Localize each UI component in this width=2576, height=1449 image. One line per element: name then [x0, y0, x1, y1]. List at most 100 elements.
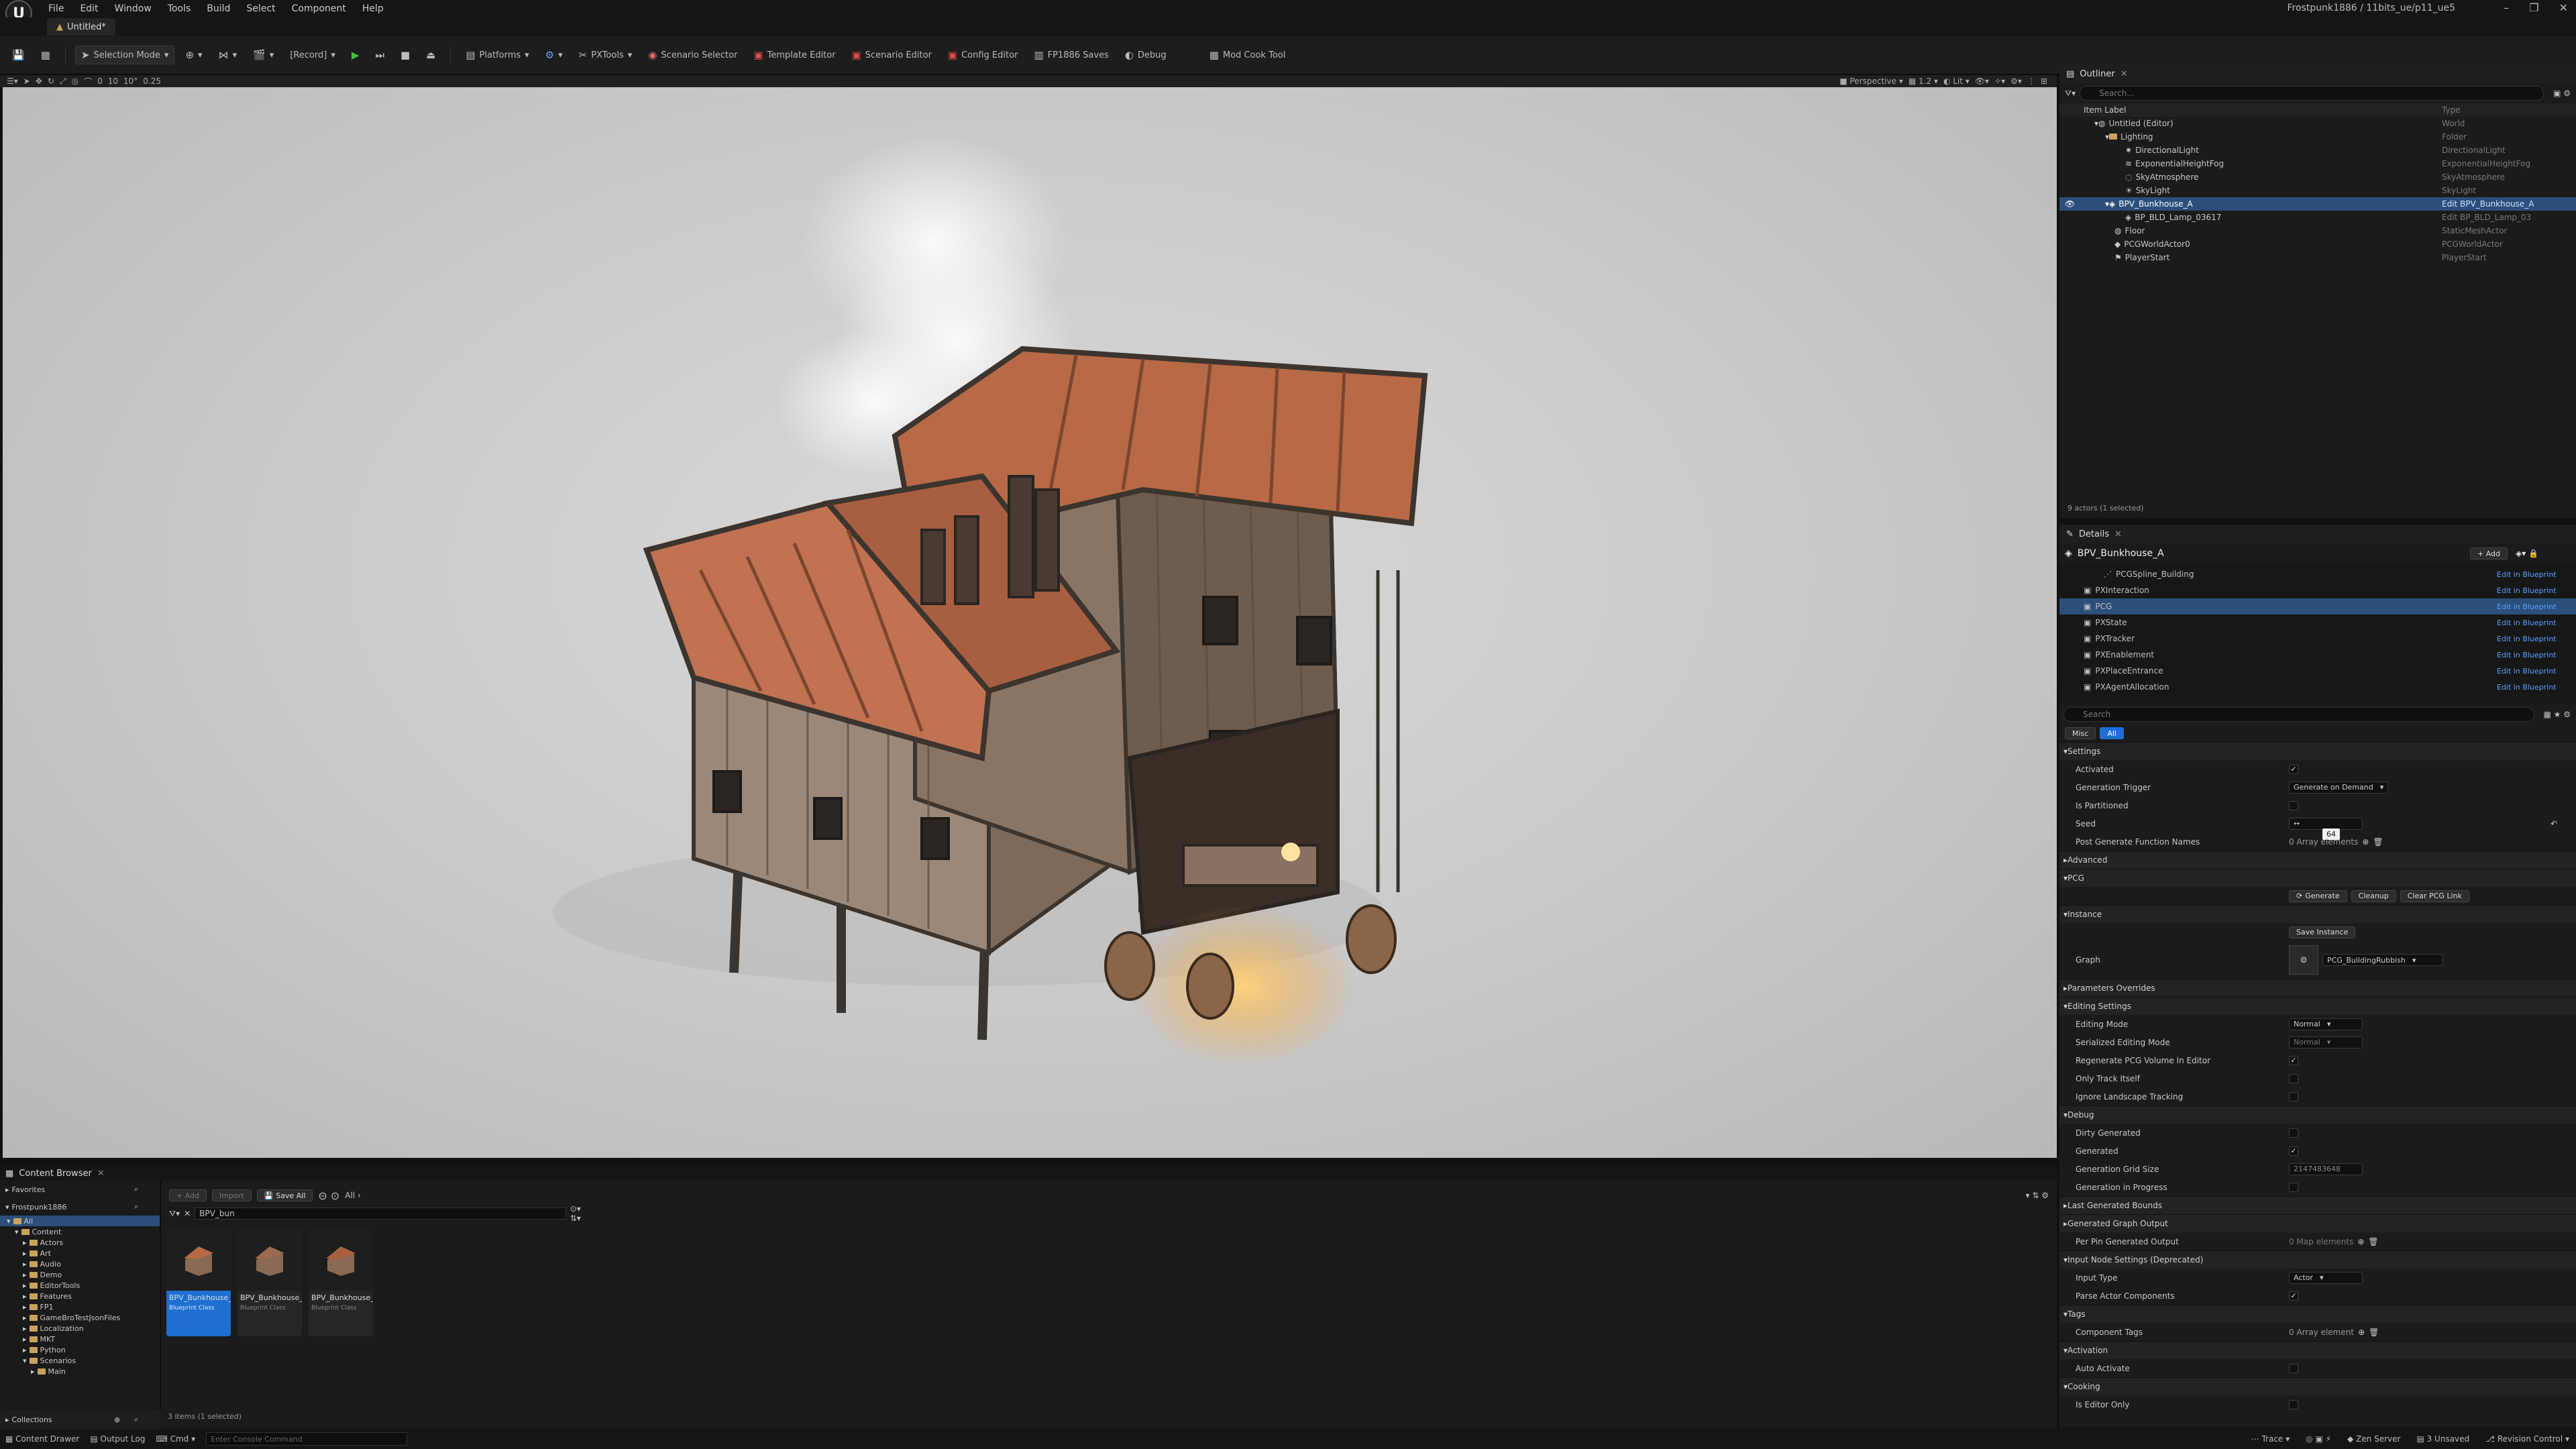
add-component-button[interactable]: + Add [2470, 547, 2508, 559]
grid-snap-value[interactable]: 0 [97, 76, 103, 86]
clear-pcg-link-button[interactable]: Clear PCG Link [2400, 890, 2469, 902]
add-folder-icon[interactable]: ▣ ⚙ [2548, 89, 2576, 98]
trace-button[interactable]: ⋯ Trace ▾ [2251, 1434, 2290, 1444]
section-graph-output[interactable]: ▸ Generated Graph Output [2059, 1214, 2576, 1232]
layout-icon[interactable]: ⊞ [2041, 76, 2047, 86]
add-collection-icon[interactable]: ⊕ [114, 1415, 120, 1424]
world-local-icon[interactable]: ◎ [72, 76, 78, 86]
collections-header[interactable]: ▸ Collections ⊕ ⌕ [0, 1410, 161, 1429]
component-row[interactable]: ▣ PXAgentAllocation Edit in Blueprint [2059, 679, 2576, 695]
tree-item[interactable]: ▸ Python [0, 1344, 160, 1355]
save-all-button[interactable]: 💾 Save All [256, 1189, 313, 1201]
section-editing-settings[interactable]: ▾ Editing Settings [2059, 997, 2576, 1015]
sort-icon[interactable]: ⊙▾ ⇅▾ [570, 1204, 593, 1223]
tree-item[interactable]: ▸ Art [0, 1248, 160, 1258]
tree-item[interactable]: ▸ Audio [0, 1258, 160, 1269]
menu-tools[interactable]: Tools [168, 3, 191, 14]
input-type-dropdown[interactable]: Actor ▾ [2289, 1271, 2363, 1284]
section-activation[interactable]: ▾ Activation [2059, 1341, 2576, 1359]
auto-activate-checkbox[interactable] [2289, 1363, 2298, 1373]
filter-icon[interactable]: ⛛▾ [169, 1209, 180, 1219]
asset-tile[interactable]: BPV_Bunkhouse_C Blueprint Class [309, 1229, 373, 1336]
tab-untitled[interactable]: ▲ Untitled* [47, 18, 115, 36]
generate-button[interactable]: ⟳ Generate [2289, 890, 2347, 902]
scale-tool-icon[interactable]: ⤢ [60, 76, 66, 87]
tree-item-content[interactable]: ▾ Content [0, 1226, 160, 1237]
path-breadcrumb[interactable]: All › [345, 1191, 361, 1200]
search-icon[interactable]: ⌕ [134, 1415, 138, 1424]
settings-button[interactable]: ⚙ ▾ [540, 46, 568, 64]
trash-icon[interactable]: 🗑 [2373, 837, 2383, 847]
tree-item[interactable]: ▾ Scenarios [0, 1355, 160, 1366]
rotation-snap-value[interactable]: 10° [123, 76, 138, 86]
menu-build[interactable]: Build [207, 3, 230, 14]
clear-filter-icon[interactable]: ✕ [184, 1209, 191, 1218]
partitioned-checkbox[interactable] [2289, 800, 2298, 810]
content-browser-settings-icon[interactable]: ▾ ⇅ ⚙ [2026, 1191, 2049, 1200]
unsaved-button[interactable]: ▤ 3 Unsaved [2416, 1434, 2469, 1444]
viewport-menu-icon[interactable]: ☰▾ [7, 76, 18, 86]
parse-actor-checkbox[interactable]: ✓ [2289, 1291, 2298, 1301]
minimize-icon[interactable]: – [2504, 1, 2509, 14]
scale-snap-value[interactable]: 0.25 [143, 76, 161, 86]
perspective-dropdown[interactable]: ■ Perspective ▾ [1839, 76, 1903, 86]
component-row-selected[interactable]: ▣ PCG Edit in Blueprint [2059, 598, 2576, 614]
content-drawer-button[interactable]: ▦ Content Drawer [5, 1434, 79, 1444]
tree-item[interactable]: ▸ Features [0, 1291, 160, 1301]
graph-asset-dropdown[interactable]: PCG_BuildingRubbish ▾ [2322, 954, 2443, 966]
show-flags-icon[interactable]: 👁▾ [1975, 76, 1989, 86]
trash-icon[interactable]: 🗑 [2369, 1328, 2379, 1337]
component-row[interactable]: ▣ PXPlaceEntrance Edit in Blueprint [2059, 663, 2576, 679]
outliner-search-input[interactable]: Search... [2080, 86, 2544, 101]
pxtools-button[interactable]: ✂ PXTools ▾ [574, 46, 638, 64]
menu-edit[interactable]: Edit [80, 3, 98, 14]
outliner-row[interactable]: ▾◍ Untitled (Editor) World [2059, 117, 2576, 130]
realtime-icon[interactable]: ✧▾ [1994, 76, 2005, 86]
outliner-row[interactable]: ≋ ExponentialHeightFog ExponentialHeightF… [2059, 157, 2576, 170]
asset-search-input[interactable]: BPV_bun [195, 1208, 566, 1220]
history-icon[interactable]: ⊝ ⊙ [318, 1189, 339, 1202]
search-icon[interactable]: ⌕ [134, 1185, 138, 1194]
edit-in-blueprint-link[interactable]: Edit in Blueprint [2497, 602, 2557, 611]
tree-item[interactable]: ▸ Actors [0, 1237, 160, 1248]
menu-help[interactable]: Help [362, 3, 384, 14]
play-button[interactable]: ▶ [346, 46, 365, 64]
level-viewport[interactable] [3, 87, 2057, 1158]
project-header[interactable]: ▾ Frostpunk1886 ⌕ [0, 1198, 160, 1216]
visibility-eye-icon[interactable]: 👁 [2065, 199, 2075, 209]
maximize-icon[interactable]: ❐ [2529, 1, 2538, 14]
component-row[interactable]: ⋰ PCGSpline_Building Edit in Blueprint [2059, 566, 2576, 582]
mod-cook-tool-button[interactable]: ▦ Mod Cook Tool [1204, 46, 1291, 64]
move-tool-icon[interactable]: ✥ [36, 76, 42, 86]
scenario-selector-button[interactable]: ◉ Scenario Selector [643, 46, 743, 64]
console-input[interactable]: Enter Console Command [206, 1432, 408, 1446]
activated-checkbox[interactable]: ✓ [2289, 764, 2298, 774]
status-icons[interactable]: ◎ ▣ ⚡ [2306, 1434, 2331, 1444]
edit-in-blueprint-link[interactable]: Edit in Blueprint [2497, 667, 2557, 676]
cinematics-button[interactable]: 🎬 ▾ [248, 46, 279, 64]
outliner-row[interactable]: ⚑ PlayerStart PlayerStart [2059, 251, 2576, 264]
save-icon[interactable]: 💾 [7, 46, 30, 64]
edit-in-blueprint-link[interactable]: Edit in Blueprint [2497, 635, 2557, 643]
details-search-input[interactable]: Search [2063, 707, 2534, 722]
outliner-close-icon[interactable]: ✕ [2121, 69, 2128, 79]
edit-in-blueprint-link[interactable]: Edit in Blueprint [2497, 683, 2557, 692]
revision-control-button[interactable]: ⎇ Revision Control ▾ [2485, 1434, 2569, 1444]
selection-mode-dropdown[interactable]: ➤ Selection Mode ▾ [74, 46, 175, 64]
section-debug[interactable]: ▾ Debug [2059, 1106, 2576, 1124]
outliner-row[interactable]: ◈ BP_BLD_Lamp_03617 Edit BP_BLD_Lamp_03 [2059, 211, 2576, 224]
tree-item[interactable]: ▸ Main [0, 1366, 160, 1377]
asset-tile-selected[interactable]: BPV_Bunkhouse_A Blueprint Class [166, 1229, 231, 1336]
lit-dropdown[interactable]: ◐ Lit ▾ [1943, 76, 1970, 86]
component-row[interactable]: ▣ PXState Edit in Blueprint [2059, 614, 2576, 631]
stop-button[interactable]: ■ [395, 46, 415, 64]
filter-icon[interactable]: ⛛▾ [2059, 89, 2076, 99]
edit-in-blueprint-link[interactable]: Edit in Blueprint [2497, 619, 2557, 627]
blueprint-options-icon[interactable]: ◈▾ 🔒 [2516, 549, 2538, 558]
fp1886-saves-button[interactable]: ▥ FP1886 Saves [1028, 46, 1114, 64]
outliner-row[interactable]: ◌ SkyAtmosphere SkyAtmosphere [2059, 170, 2576, 184]
tree-item-all[interactable]: ▾ All [0, 1216, 160, 1226]
editing-mode-dropdown[interactable]: Normal ▾ [2289, 1018, 2363, 1030]
scenario-editor-button[interactable]: ▣ Scenario Editor [847, 46, 937, 64]
search-icon[interactable]: ⌕ [134, 1202, 138, 1212]
